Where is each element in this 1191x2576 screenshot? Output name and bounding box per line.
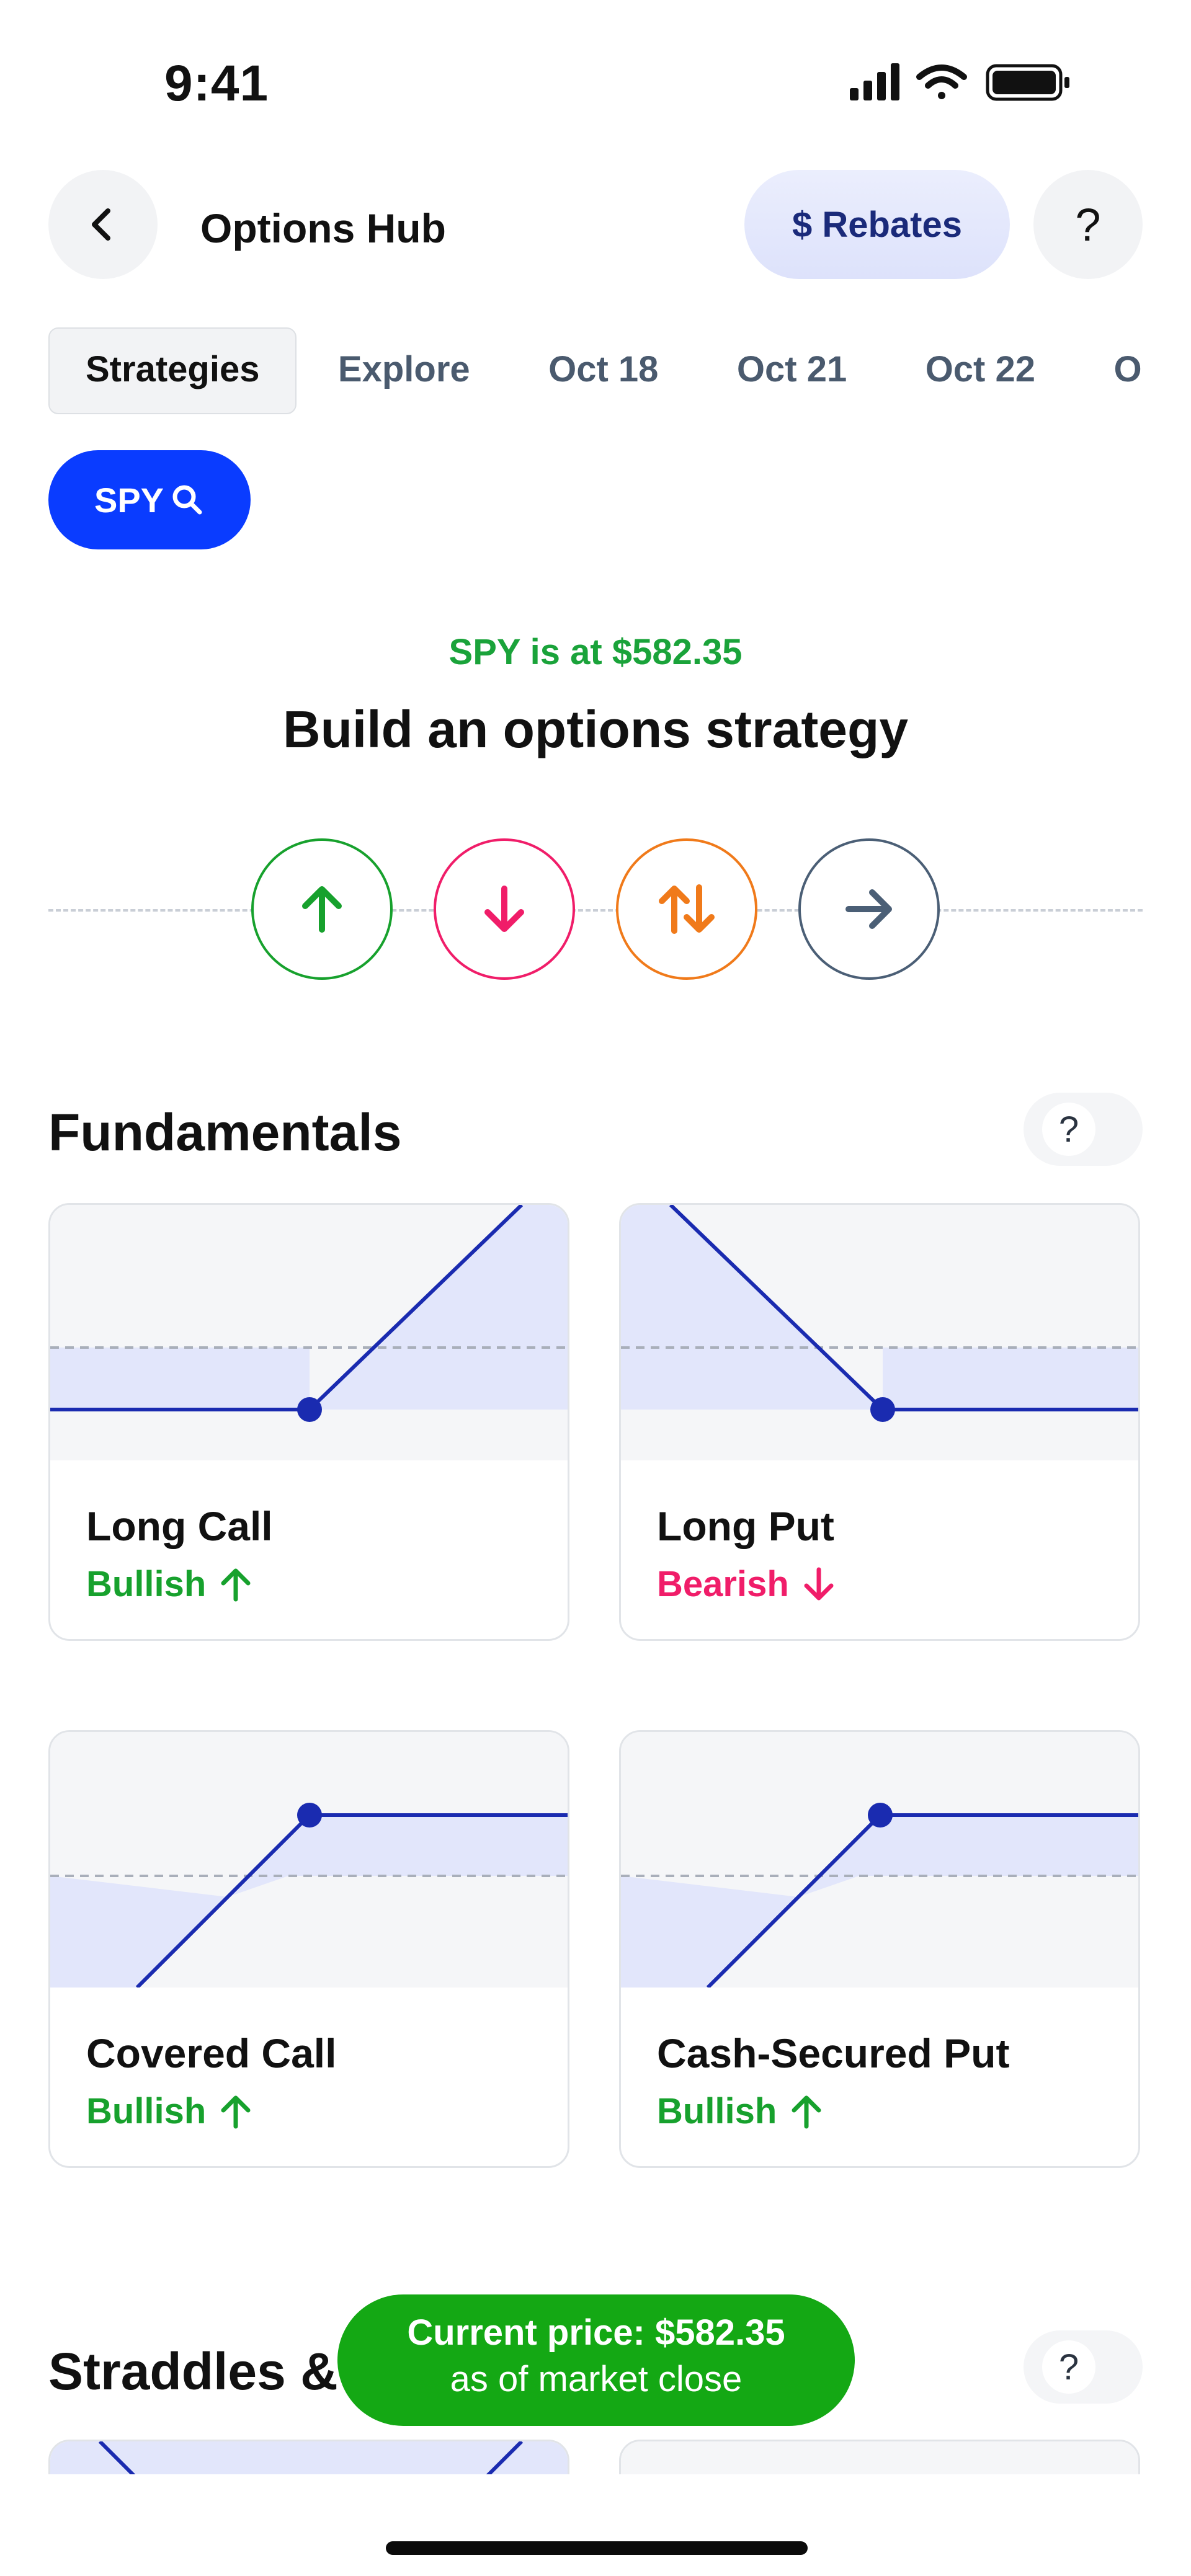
payoff-diagram-covered-call [50,1732,568,1988]
sentiment-label: Bearish [657,1563,837,1605]
question-mark-icon: ? [1075,198,1101,251]
fundamentals-help-toggle[interactable]: ? [1024,1093,1143,1166]
arrow-up-icon [221,1568,251,1601]
page-title: Options Hub [200,205,446,251]
strategy-card-long-put[interactable]: Long Put Bearish [619,1203,1140,1641]
payoff-diagram-long-call [50,1205,568,1460]
volatile-filter-button[interactable] [616,838,757,980]
arrows-up-down-icon [659,884,715,934]
chevron-left-icon [92,208,110,241]
strategy-name: Covered Call [86,2030,337,2076]
cellular-signal-icon [850,63,899,100]
wifi-icon [916,64,967,99]
rebates-button[interactable]: $ Rebates [744,170,1010,279]
question-mark-icon: ? [1042,2340,1095,2394]
back-button[interactable] [48,170,158,279]
search-icon [172,485,202,515]
arrow-down-icon [484,886,524,932]
strategy-card-cash-secured-put[interactable]: Cash-Secured Put Bullish [619,1730,1140,2168]
sentiment-label: Bullish [86,1563,254,1605]
tab-oct-21[interactable]: Oct 21 [700,327,884,412]
tab-oct-23[interactable]: Oct 23 [1076,327,1143,412]
arrow-right-icon [845,889,892,929]
sentiment-label: Bullish [86,2090,254,2132]
build-strategy-title: Build an options strategy [282,700,909,758]
help-button[interactable]: ? [1033,170,1143,279]
strategy-name: Long Call [86,1503,273,1549]
toast-subtitle: as of market close [450,2359,743,2399]
arrow-up-icon [792,2095,821,2128]
sentiment-label: Bullish [657,2090,825,2132]
status-icons [850,61,1098,104]
arrow-up-icon [221,2095,251,2128]
home-indicator[interactable] [386,2541,808,2555]
ticker-search-chip[interactable]: SPY [48,450,251,549]
tab-oct-22[interactable]: Oct 22 [888,327,1073,412]
section-title-fundamentals: Fundamentals [48,1103,402,1161]
neutral-filter-button[interactable] [798,838,940,980]
underlying-price-text: SPY is at $582.35 [448,632,743,672]
tab-explore[interactable]: Explore [301,327,507,412]
tab-oct-18[interactable]: Oct 18 [511,327,695,412]
bottom-safe-area [0,2474,1191,2576]
strategy-name: Cash-Secured Put [657,2030,1010,2076]
straddles-help-toggle[interactable]: ? [1024,2330,1143,2404]
ticker-label: SPY [94,480,164,520]
arrow-up-icon [302,886,342,933]
question-mark-icon: ? [1042,1103,1095,1156]
status-time: 9:41 [164,55,269,112]
tab-strategies[interactable]: Strategies [48,327,297,414]
bullish-filter-button[interactable] [251,838,393,980]
bearish-filter-button[interactable] [434,838,575,980]
strategy-card-long-call[interactable]: Long Call Bullish [48,1203,569,1641]
tab-bar: Strategies Explore Oct 18 Oct 21 Oct 22 … [48,327,1143,414]
payoff-diagram-long-put [621,1205,1138,1460]
payoff-diagram-cash-secured-put [621,1732,1138,1988]
strategy-card-covered-call[interactable]: Covered Call Bullish [48,1730,569,2168]
direction-divider [48,909,1143,912]
arrow-down-icon [804,1567,834,1600]
current-price-toast: Current price: $582.35 as of market clos… [337,2294,855,2426]
strategy-name: Long Put [657,1503,834,1549]
section-title-straddles: Straddles & [48,2342,338,2401]
battery-icon [986,64,1069,101]
toast-price: Current price: $582.35 [407,2312,785,2353]
